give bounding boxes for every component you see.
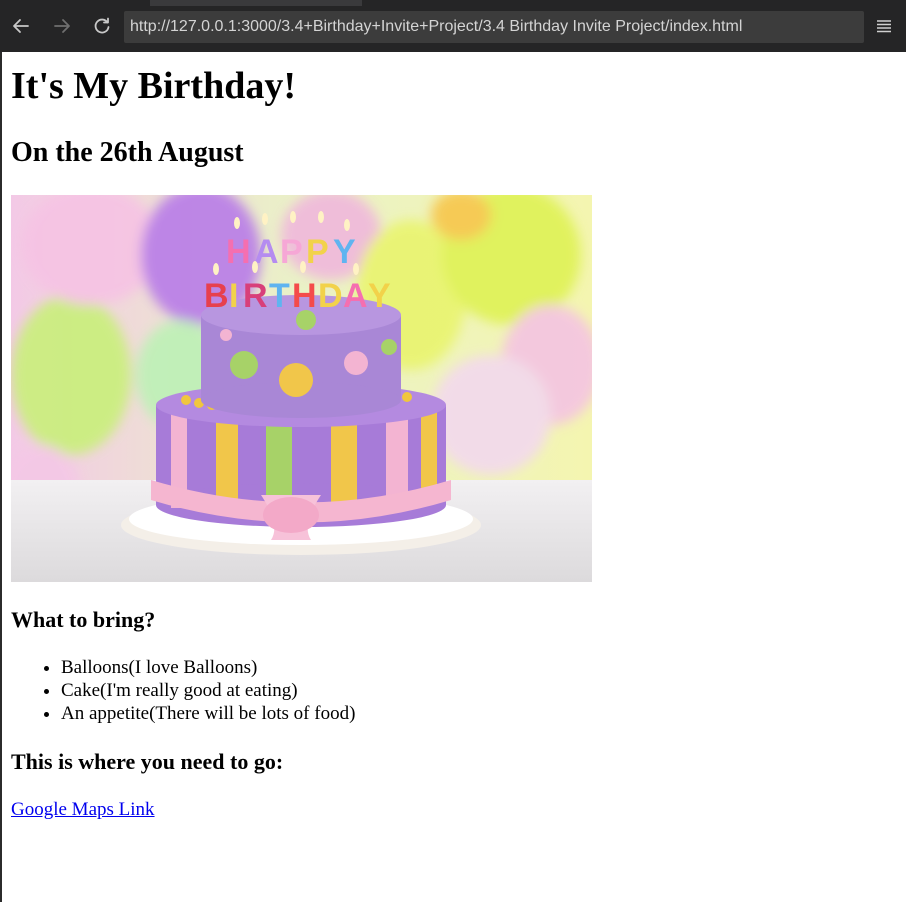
arrow-left-icon [13,19,29,33]
svg-text:A: A [343,277,368,315]
forward-button[interactable] [49,13,75,39]
svg-text:H: H [292,277,317,315]
list-item: Cake(I'm really good at eating) [61,679,355,702]
reload-icon [94,17,110,34]
svg-text:R: R [243,277,268,315]
svg-text:T: T [269,277,290,315]
page-content: It's My Birthday! On the 26th August H A… [11,52,906,902]
svg-text:B: B [204,277,229,315]
bring-list: Balloons(I love Balloons) Cake(I'm reall… [11,656,355,725]
list-item: An appetite(There will be lots of food) [61,702,355,725]
svg-text:D: D [318,277,343,315]
reload-button[interactable] [89,13,115,39]
page-title: It's My Birthday! [11,65,296,107]
birthday-cake-image: H A P P Y B I R T H D A Y [11,195,592,582]
bring-heading: What to bring? [11,607,156,632]
svg-text:I: I [229,277,238,315]
back-button[interactable] [8,13,34,39]
svg-text:H: H [226,233,251,271]
date-heading: On the 26th August [11,137,244,168]
url-text: http://127.0.0.1:3000/3.4+Birthday+Invit… [130,18,743,35]
svg-text:Y: Y [368,277,391,315]
google-maps-link[interactable]: Google Maps Link [11,798,155,822]
hamburger-menu-icon [877,20,891,33]
svg-text:P: P [306,233,329,271]
menu-button[interactable] [874,16,894,36]
svg-text:Y: Y [333,233,356,271]
svg-text:P: P [280,233,303,271]
address-bar[interactable]: http://127.0.0.1:3000/3.4+Birthday+Invit… [124,11,864,43]
active-tab-indicator [150,0,362,6]
location-heading: This is where you need to go: [11,749,284,774]
window-edge [0,52,2,902]
list-item: Balloons(I love Balloons) [61,656,355,679]
arrow-right-icon [54,19,70,33]
browser-toolbar: http://127.0.0.1:3000/3.4+Birthday+Invit… [0,0,906,52]
